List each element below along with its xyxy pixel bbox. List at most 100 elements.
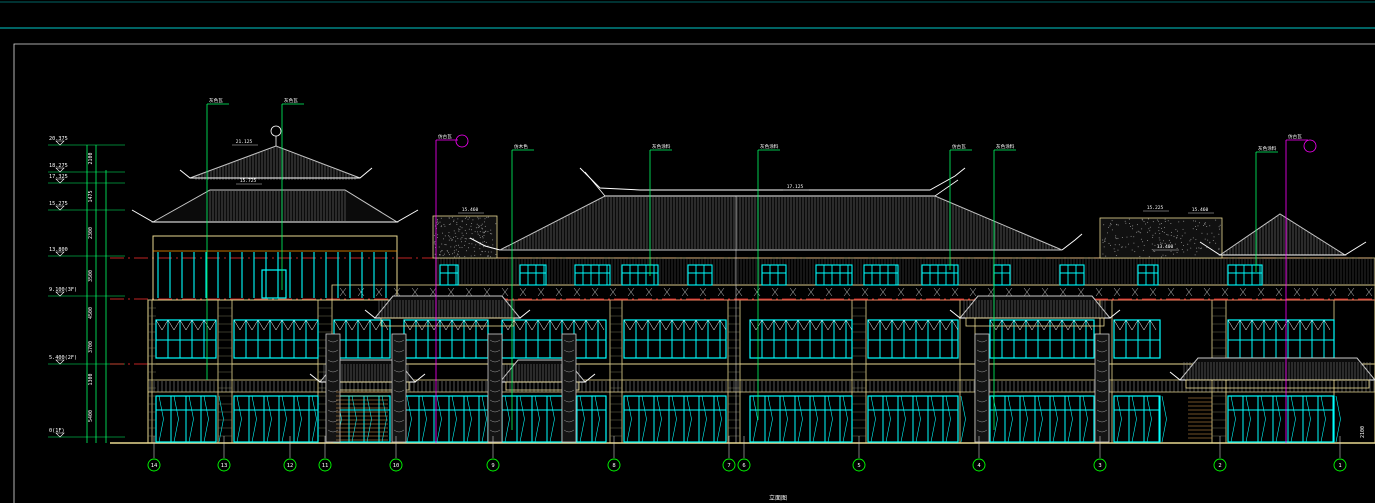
stucco-dot [487, 231, 488, 232]
stucco-dot [460, 238, 461, 239]
stucco-dot [490, 256, 491, 257]
dimension-label: 3700 [88, 341, 94, 353]
diamond-pane [1068, 396, 1073, 442]
stucco-dot [478, 218, 479, 219]
stucco-dot [486, 242, 487, 243]
stucco-dot [483, 237, 484, 238]
stucco-dot [1162, 231, 1163, 232]
callout-text: 仿古瓦 [1288, 133, 1302, 140]
balustrade-panel [538, 288, 544, 296]
stucco-dot [477, 224, 478, 225]
stucco-dot [451, 240, 452, 241]
dimension-label: 5400 [88, 410, 94, 422]
stucco-dot [464, 256, 465, 257]
stucco-dot [1147, 240, 1148, 241]
stucco-dot [470, 226, 471, 227]
stucco-dot [1165, 219, 1166, 220]
stucco-dot [1138, 231, 1139, 232]
stucco-dot [1103, 242, 1104, 243]
stucco-dot [442, 233, 443, 234]
stucco-dot [1219, 226, 1220, 227]
balustrade-panel [1294, 288, 1300, 296]
balustrade-panel [970, 288, 976, 296]
stucco-dot [453, 221, 454, 222]
stucco-dot [478, 227, 479, 228]
balustrade-panel [1132, 288, 1138, 296]
stucco-dot [485, 226, 486, 227]
window-trim [750, 320, 852, 330]
stucco-dot [459, 247, 460, 248]
stucco-dot [1215, 243, 1216, 244]
grid-axis-label: 2 [1218, 463, 1221, 469]
stucco-dot [484, 218, 485, 219]
balustrade-panel [520, 288, 526, 296]
stucco-dot [1125, 221, 1126, 222]
stucco-dot [1160, 242, 1161, 243]
diamond-pane [1038, 396, 1043, 442]
stucco-dot [1109, 225, 1110, 226]
diamond-pane [871, 396, 876, 442]
stucco-dot [1139, 256, 1140, 257]
diamond-pane [1276, 396, 1281, 442]
grid-axis-label: 9 [491, 463, 494, 469]
stucco-dot [441, 225, 442, 226]
stucco-dot [1129, 219, 1130, 220]
stucco-dot [1193, 228, 1194, 229]
stucco-dot [1136, 232, 1137, 233]
eave-right [1062, 234, 1082, 250]
stucco-dot [1189, 240, 1190, 241]
stucco-dot [474, 255, 475, 256]
stucco-dot [1152, 243, 1153, 244]
stucco-dot [1152, 249, 1153, 250]
roof-elevation-label: 17.125 [787, 184, 804, 190]
upper-window [868, 320, 958, 358]
stucco-dot [1125, 223, 1126, 224]
stucco-dot [1163, 255, 1164, 256]
window-trim [404, 320, 488, 330]
stucco-dot [488, 252, 489, 253]
stucco-dot [1196, 251, 1197, 252]
diamond-pane [520, 396, 525, 442]
stucco-dot [1182, 249, 1183, 250]
stucco-dot [490, 233, 491, 234]
stucco-dot [1207, 240, 1208, 241]
stucco-dot [460, 226, 461, 227]
stucco-dot [1122, 237, 1123, 238]
balustrade-panel [1096, 288, 1102, 296]
stucco-dot [1165, 243, 1166, 244]
stucco-dot [457, 254, 458, 255]
stucco-dot [449, 218, 450, 219]
balustrade-panel [1150, 288, 1156, 296]
stucco-dot [480, 231, 481, 232]
stucco-dot [458, 245, 459, 246]
diamond-pane [768, 396, 773, 442]
stucco-dot [1183, 229, 1184, 230]
stucco-dot [437, 221, 438, 222]
stucco-dot [1209, 242, 1210, 243]
stucco-dot [1142, 220, 1143, 221]
stucco-dot [440, 254, 441, 255]
stucco-dot [482, 242, 483, 243]
stucco-dot [453, 237, 454, 238]
dimension-label: 1475 [88, 190, 94, 202]
stucco-dot [434, 235, 435, 236]
diamond-pane [1306, 396, 1311, 442]
diamond-pane [1117, 396, 1122, 442]
stucco-dot [480, 237, 481, 238]
stucco-dot [479, 235, 480, 236]
balustrade-panel [700, 288, 706, 296]
stucco-dot [1149, 230, 1150, 231]
stucco-dot [1108, 227, 1109, 228]
window-trim [234, 320, 318, 330]
stucco-dot [1193, 237, 1194, 238]
balustrade-panel [1366, 288, 1372, 296]
stucco-dot [1133, 243, 1134, 244]
diamond-pane [1083, 396, 1088, 442]
stucco-dot [1132, 228, 1133, 229]
stucco-dot [1218, 248, 1219, 249]
stucco-dot [495, 223, 496, 224]
upper-window [1228, 320, 1334, 358]
grid-axis-label: 13 [221, 463, 228, 469]
roof-ridge-curve [580, 168, 965, 190]
balustrade-panel [1258, 288, 1264, 296]
